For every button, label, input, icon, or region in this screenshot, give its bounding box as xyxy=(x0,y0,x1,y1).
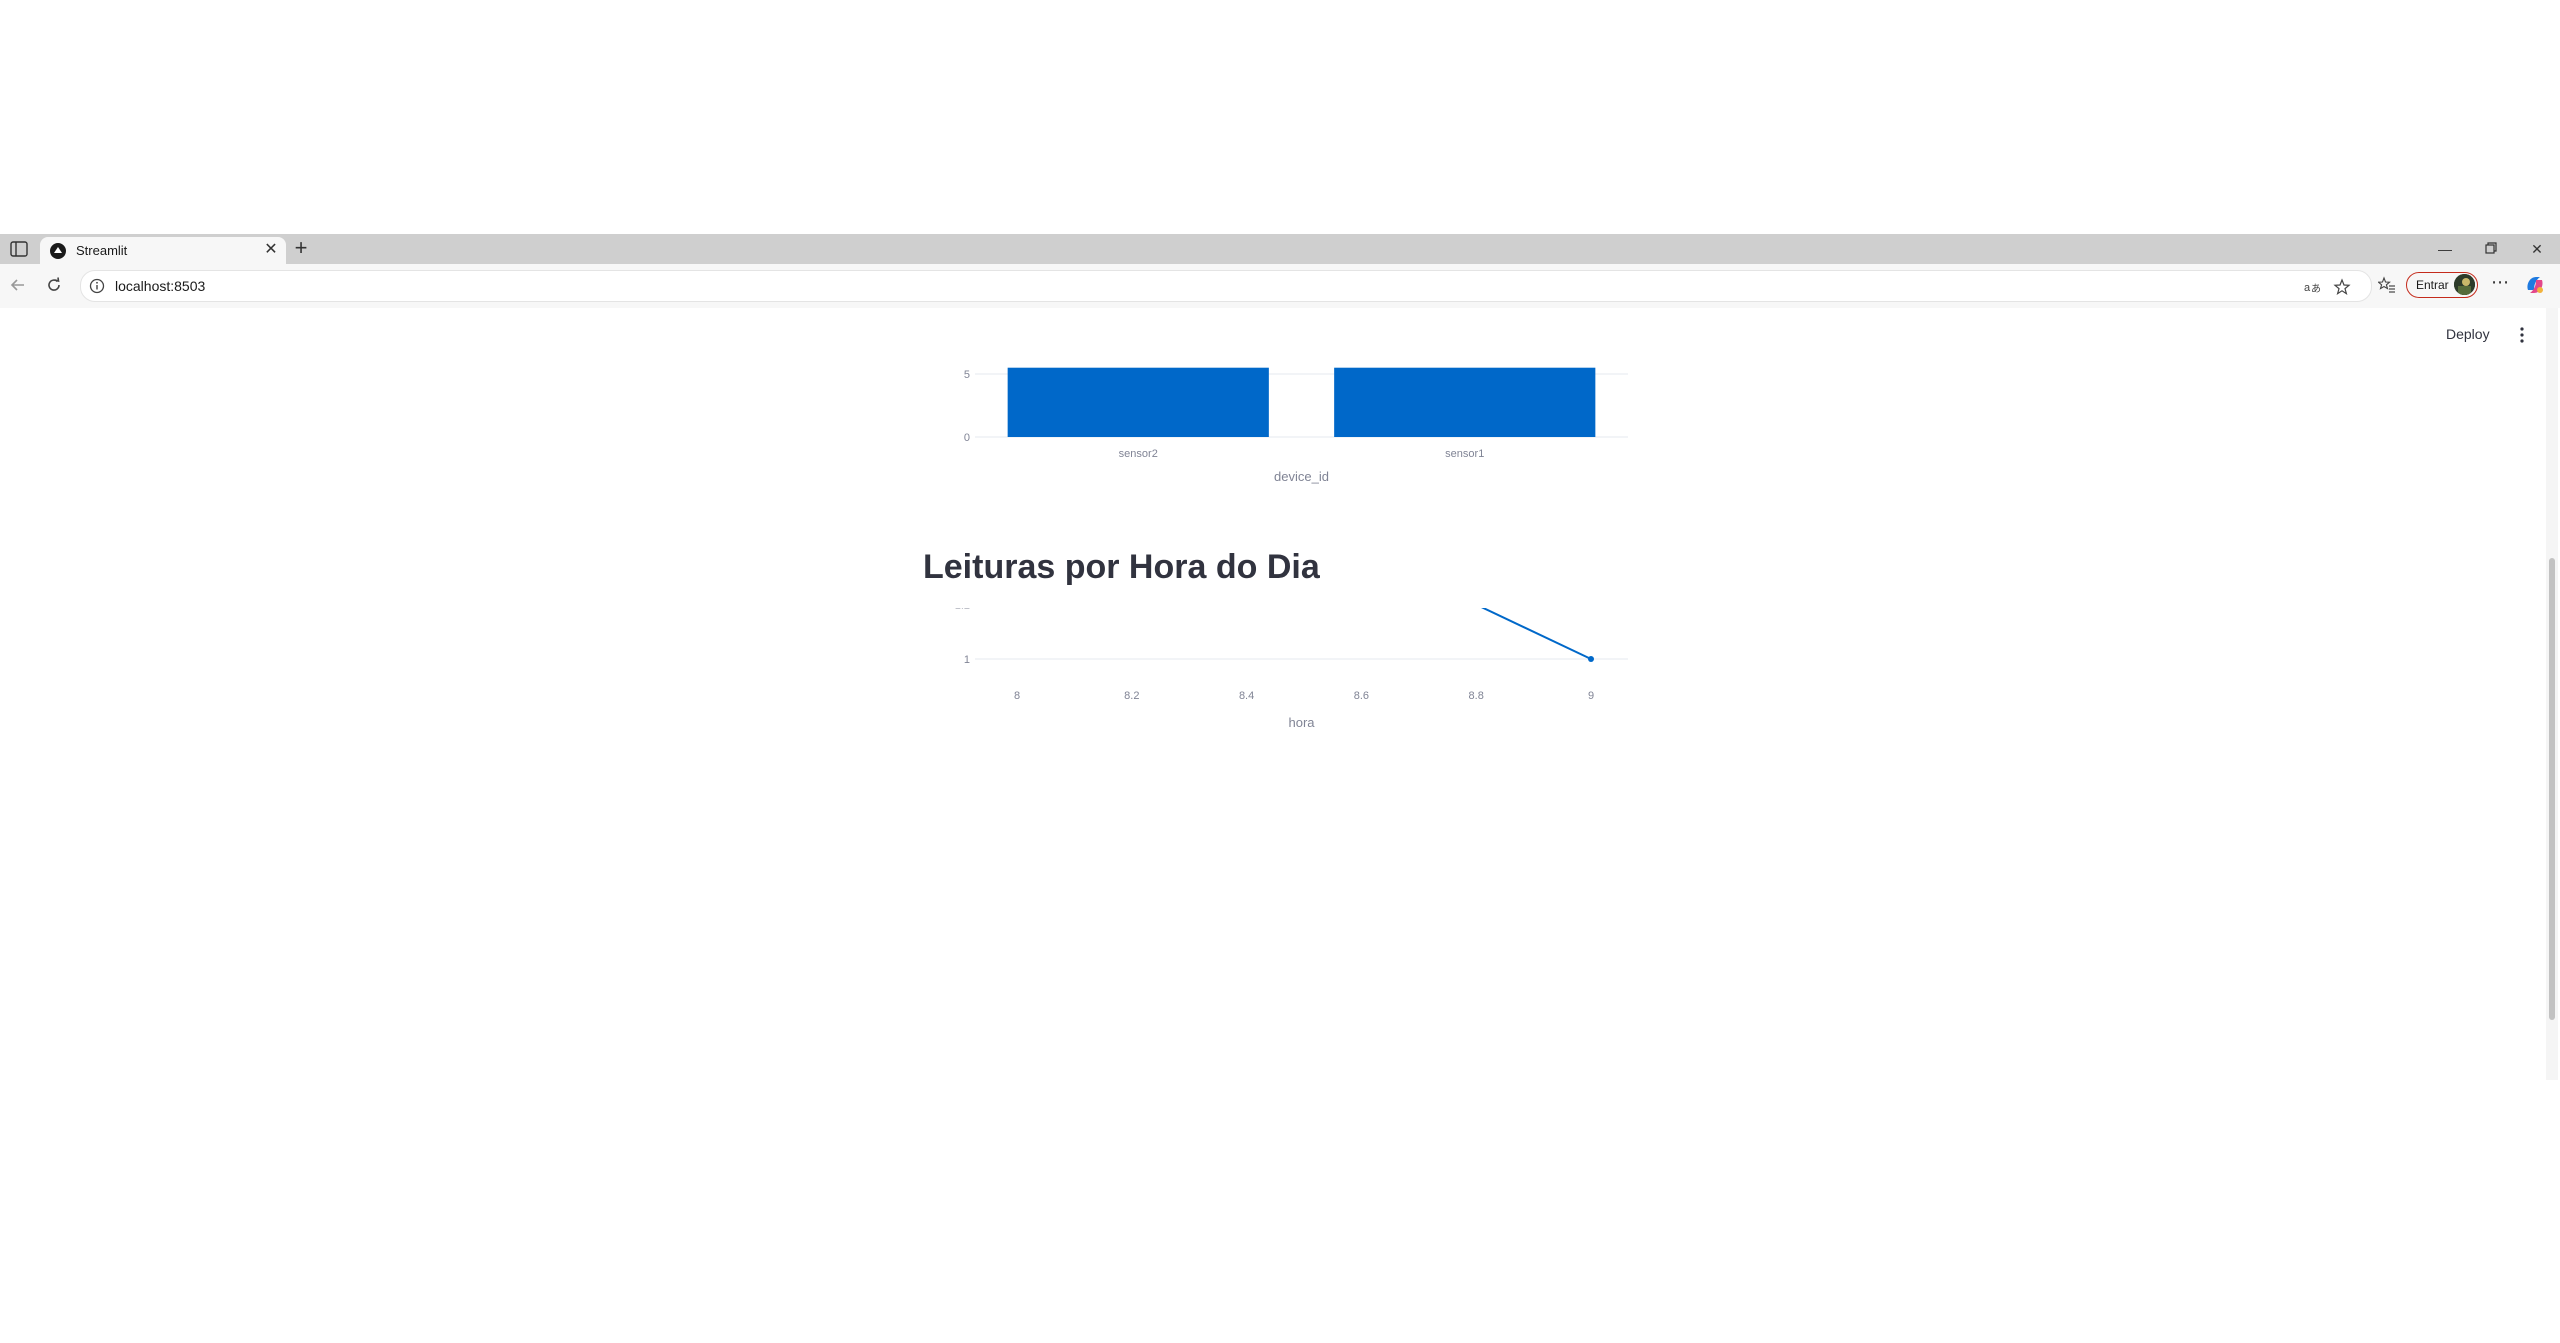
line-xtick-label: 8 xyxy=(1014,690,1020,702)
line-point xyxy=(1588,656,1594,662)
back-icon[interactable] xyxy=(8,276,28,296)
deploy-button[interactable]: Deploy xyxy=(2446,326,2490,342)
browser-tab-strip: Streamlit ✕ + — ✕ xyxy=(0,234,2560,264)
tab-title: Streamlit xyxy=(76,243,128,258)
sign-in-label: Entrar xyxy=(2416,278,2449,292)
line-xtick-label: 8.8 xyxy=(1469,690,1484,702)
sidebar-toggle-icon[interactable] xyxy=(10,241,28,257)
favorite-star-icon[interactable] xyxy=(2333,278,2351,296)
bar-x-axis-title: device_id xyxy=(1274,469,1329,484)
close-window-icon[interactable]: ✕ xyxy=(2526,240,2548,258)
line-ytick-label: 1 xyxy=(964,654,970,666)
bar-xtick-label: sensor2 xyxy=(1119,448,1158,460)
profile-avatar xyxy=(2454,274,2475,295)
reload-icon[interactable] xyxy=(44,276,64,296)
address-bar[interactable]: localhost:8503 aあ xyxy=(80,270,2372,302)
line-ytick-label: 1.2 xyxy=(955,608,970,612)
site-info-icon[interactable] xyxy=(89,278,105,294)
bar xyxy=(1007,367,1269,437)
line-xtick-label: 8.4 xyxy=(1239,690,1254,702)
bar-ytick-label: 5 xyxy=(964,369,970,381)
line-chart: 11.21.41.61.8288.28.48.68.89horacontagem xyxy=(0,382,1700,1343)
bar-chart: 0 5 sensor2 sensor1 device_id xyxy=(0,308,1700,513)
translate-icon[interactable]: aあ xyxy=(2303,278,2321,296)
scrollbar-thumb[interactable] xyxy=(2549,558,2555,1020)
url-text: localhost:8503 xyxy=(115,278,206,294)
main-menu-icon[interactable] xyxy=(2518,326,2526,344)
streamlit-favicon-icon xyxy=(50,243,66,259)
browser-tab-active[interactable]: Streamlit ✕ xyxy=(40,237,286,264)
browser-toolbar: localhost:8503 aあ Entrar ⋯ xyxy=(0,264,2560,309)
sign-in-button[interactable]: Entrar xyxy=(2406,272,2478,298)
settings-more-icon[interactable]: ⋯ xyxy=(2490,273,2510,294)
line-xtick-label: 8.6 xyxy=(1354,690,1369,702)
bar xyxy=(1334,367,1596,437)
copilot-icon[interactable] xyxy=(2524,274,2546,296)
svg-text:あ: あ xyxy=(2311,283,2321,295)
restore-icon[interactable] xyxy=(2480,240,2502,258)
bar-xtick-label: sensor1 xyxy=(1445,448,1484,460)
line-xtick-label: 9 xyxy=(1588,690,1594,702)
line-series xyxy=(1016,386,1592,660)
streamlit-app: Deploy 0 5 sensor2 sensor1 device_id Leitura… xyxy=(0,308,2560,1080)
close-tab-icon[interactable]: ✕ xyxy=(262,241,280,259)
new-tab-button[interactable]: + xyxy=(290,237,312,260)
section-title: Leituras por Hora do Dia xyxy=(923,548,1320,586)
bar-chart-svg: 0 5 sensor2 sensor1 device_id xyxy=(964,367,1628,484)
line-x-axis-title: hora xyxy=(1288,715,1315,730)
line-chart-svg: 11.21.41.61.8288.28.48.68.89horacontagem xyxy=(925,382,1628,730)
desktop-blank-area xyxy=(0,0,2560,234)
line-xtick-label: 8.2 xyxy=(1124,690,1139,702)
svg-text:a: a xyxy=(2304,282,2311,294)
bar-ytick-label: 0 xyxy=(964,432,970,444)
favorites-collection-icon[interactable] xyxy=(2377,276,2396,294)
minimize-icon[interactable]: — xyxy=(2434,240,2456,258)
